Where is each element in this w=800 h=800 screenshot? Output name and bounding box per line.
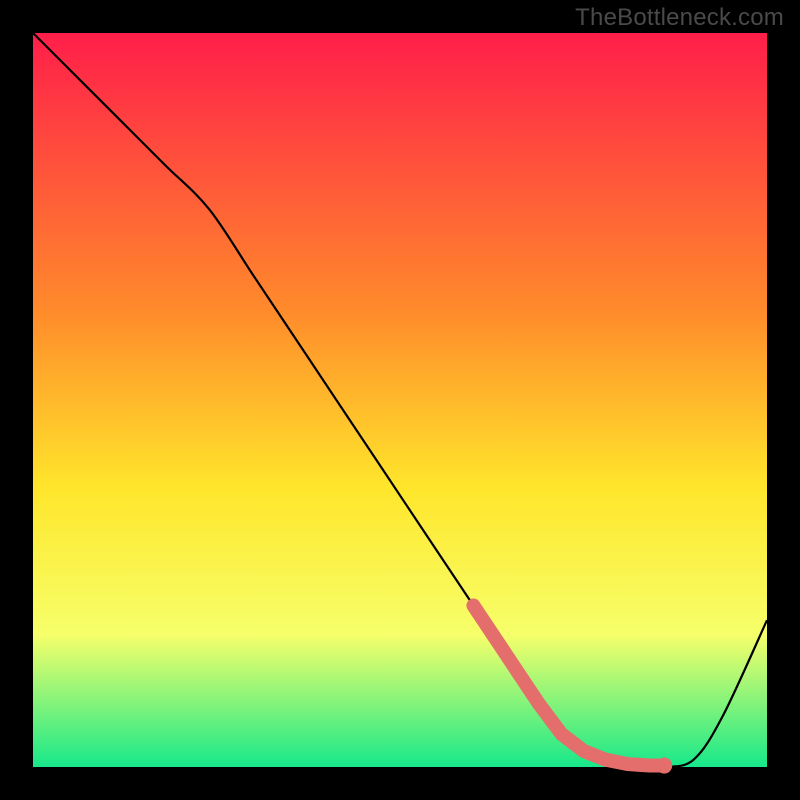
chart-stage: { "watermark": "TheBottleneck.com", "col… [0, 0, 800, 800]
bottleneck-chart [0, 0, 800, 800]
highlight-dot [621, 758, 634, 771]
highlight-dot [643, 759, 656, 772]
watermark-text: TheBottleneck.com [575, 4, 784, 32]
highlight-dot [599, 753, 612, 766]
highlight-dot [656, 758, 672, 774]
